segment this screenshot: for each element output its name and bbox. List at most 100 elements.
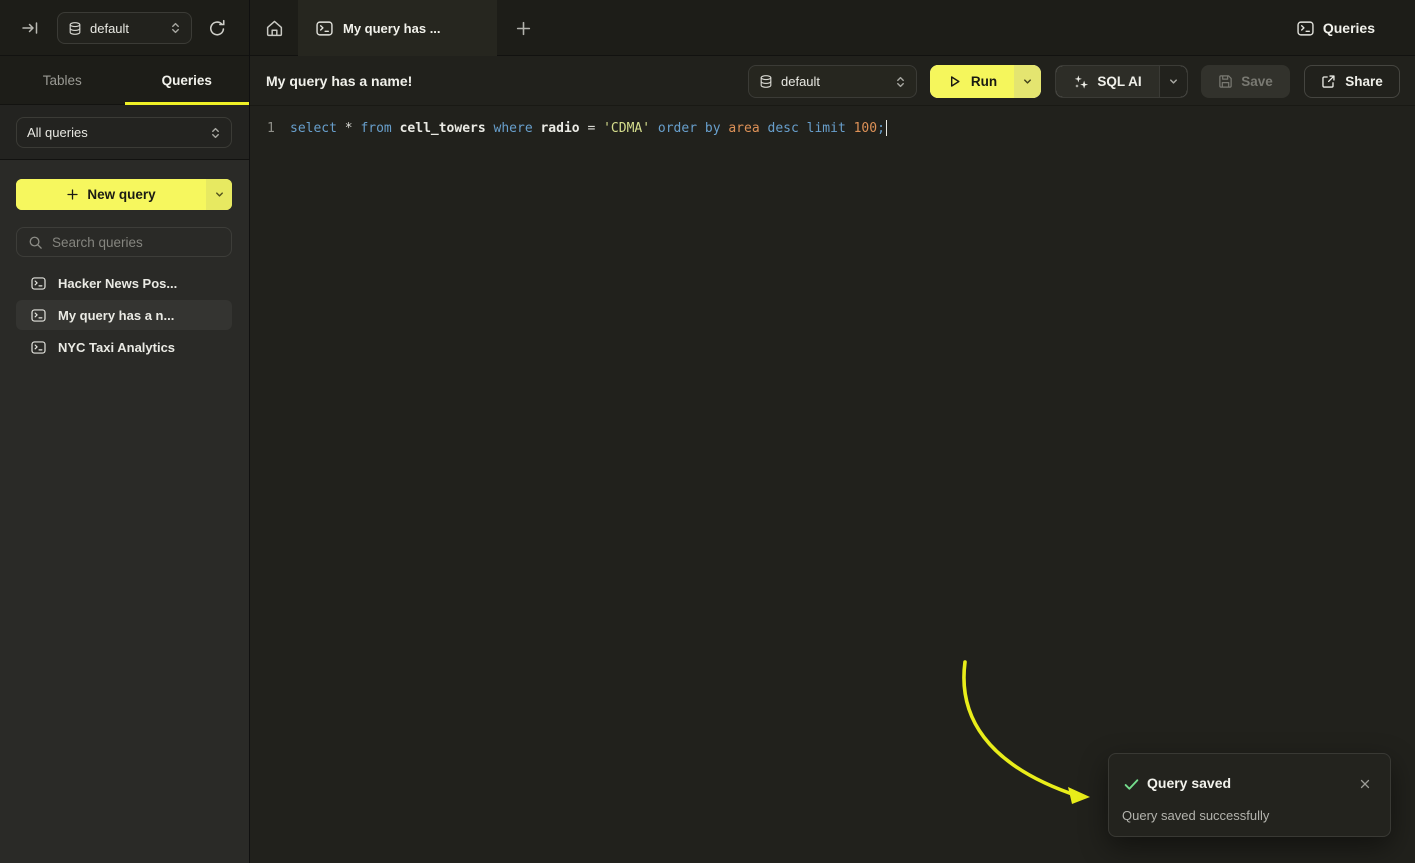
query-filter-value: All queries [27, 125, 202, 140]
share-button[interactable]: Share [1304, 65, 1400, 98]
new-tab-button[interactable] [510, 17, 536, 39]
code-token: radio [540, 121, 579, 136]
toast-close-button[interactable] [1356, 775, 1374, 793]
close-icon [1359, 778, 1371, 790]
code-token [337, 121, 345, 136]
search-icon [28, 235, 43, 250]
query-list-item-my-query[interactable]: My query has a n... [16, 300, 232, 330]
search-queries-box[interactable] [16, 227, 232, 257]
share-button-label: Share [1345, 74, 1383, 89]
home-button[interactable] [250, 0, 298, 56]
sidebar: Tables Queries All queries [0, 56, 249, 863]
code-token [697, 121, 705, 136]
code-token: = [580, 121, 603, 136]
code-token: where [494, 121, 533, 136]
query-terminal-icon [31, 309, 46, 322]
plus-icon [515, 20, 532, 37]
toast-title: Query saved [1147, 775, 1231, 791]
top-bar: default My query has ... [0, 0, 1415, 56]
code-token: * [345, 121, 353, 136]
query-list-item-nyc-taxi[interactable]: NYC Taxi Analytics [16, 332, 232, 362]
chevron-down-icon [1022, 76, 1033, 87]
chevron-down-icon [214, 189, 225, 200]
code-token [392, 121, 400, 136]
search-queries-input[interactable] [52, 235, 202, 250]
run-button[interactable]: Run [930, 65, 1041, 98]
query-terminal-icon [316, 21, 333, 36]
code-token: 'CDMA' [603, 121, 650, 136]
new-query-button[interactable]: New query [16, 179, 232, 210]
chevron-updown-icon [895, 75, 906, 89]
code-token: 100 [854, 121, 877, 136]
sql-ai-button[interactable]: SQL AI [1055, 65, 1188, 98]
code-token: select [290, 121, 337, 136]
query-list: Hacker News Pos... My query has a n... N… [16, 268, 232, 362]
share-icon [1321, 74, 1336, 89]
code-line: 1 select * from cell_towers where radio … [250, 118, 1415, 138]
new-query-label: New query [87, 187, 155, 202]
play-icon [947, 74, 962, 89]
sidebar-filter-row: All queries [0, 105, 249, 160]
tab-label: My query has ... [343, 21, 441, 36]
topbar-database-value: default [90, 21, 162, 36]
sidebar-tab-bar: Tables Queries [0, 56, 249, 105]
code-token [846, 121, 854, 136]
run-button-main[interactable]: Run [930, 65, 1014, 98]
run-button-label: Run [971, 74, 997, 89]
code-token: cell_towers [400, 121, 486, 136]
collapse-sidebar-button[interactable] [20, 18, 42, 38]
text-cursor [886, 120, 888, 136]
query-database-selector[interactable]: default [748, 65, 917, 98]
toast-query-saved: Query saved Query saved successfully [1108, 753, 1391, 837]
code-token: by [705, 121, 721, 136]
code-token: order [658, 121, 697, 136]
app-window: default My query has ... [0, 0, 1415, 863]
line-number: 1 [250, 121, 290, 136]
database-icon [68, 21, 82, 36]
sidebar-divider [249, 0, 250, 863]
code-token: limit [807, 121, 846, 136]
query-terminal-icon [31, 277, 46, 290]
query-item-label: My query has a n... [58, 308, 174, 323]
database-icon [759, 74, 773, 89]
query-item-label: NYC Taxi Analytics [58, 340, 175, 355]
sidebar-body: New query Hacker [0, 160, 249, 863]
topbar-database-selector[interactable]: default [57, 12, 192, 44]
sql-editor[interactable]: 1 select * from cell_towers where radio … [250, 106, 1415, 863]
queries-terminal-icon [1297, 21, 1314, 36]
code-token [799, 121, 807, 136]
save-icon [1218, 74, 1233, 89]
collapse-sidebar-icon [21, 19, 41, 37]
chevron-updown-icon [170, 21, 181, 35]
code-line-tokens: select * from cell_towers where radio = … [290, 121, 885, 136]
home-icon [265, 19, 284, 38]
code-token [486, 121, 494, 136]
sql-ai-main[interactable]: SQL AI [1056, 66, 1159, 97]
refresh-button[interactable] [205, 17, 229, 39]
code-token: from [360, 121, 391, 136]
toast-message: Query saved successfully [1122, 808, 1269, 823]
code-token: area [728, 121, 759, 136]
sidebar-tab-queries-label: Queries [162, 73, 212, 88]
save-button-label: Save [1241, 74, 1273, 89]
sidebar-tab-queries[interactable]: Queries [125, 56, 250, 104]
new-query-main[interactable]: New query [16, 179, 206, 210]
code-token [650, 121, 658, 136]
run-dropdown-segment[interactable] [1014, 65, 1041, 98]
query-filter-select[interactable]: All queries [16, 117, 232, 148]
code-token: desc [768, 121, 799, 136]
query-header: My query has a name! default Run [250, 56, 1415, 106]
new-query-dropdown-segment[interactable] [206, 179, 232, 210]
save-button[interactable]: Save [1201, 65, 1290, 98]
query-list-item-hacker-news[interactable]: Hacker News Pos... [16, 268, 232, 298]
sidebar-tab-tables[interactable]: Tables [0, 56, 125, 104]
plus-icon [66, 188, 79, 201]
chevron-updown-icon [210, 126, 221, 140]
query-item-label: Hacker News Pos... [58, 276, 177, 291]
queries-menu-button[interactable]: Queries [1297, 0, 1375, 56]
tab-my-query[interactable]: My query has ... [298, 0, 497, 56]
refresh-icon [208, 19, 227, 38]
main-panel: My query has a name! default Run [250, 56, 1415, 863]
sql-ai-dropdown-segment[interactable] [1159, 66, 1187, 97]
check-icon [1123, 776, 1140, 793]
